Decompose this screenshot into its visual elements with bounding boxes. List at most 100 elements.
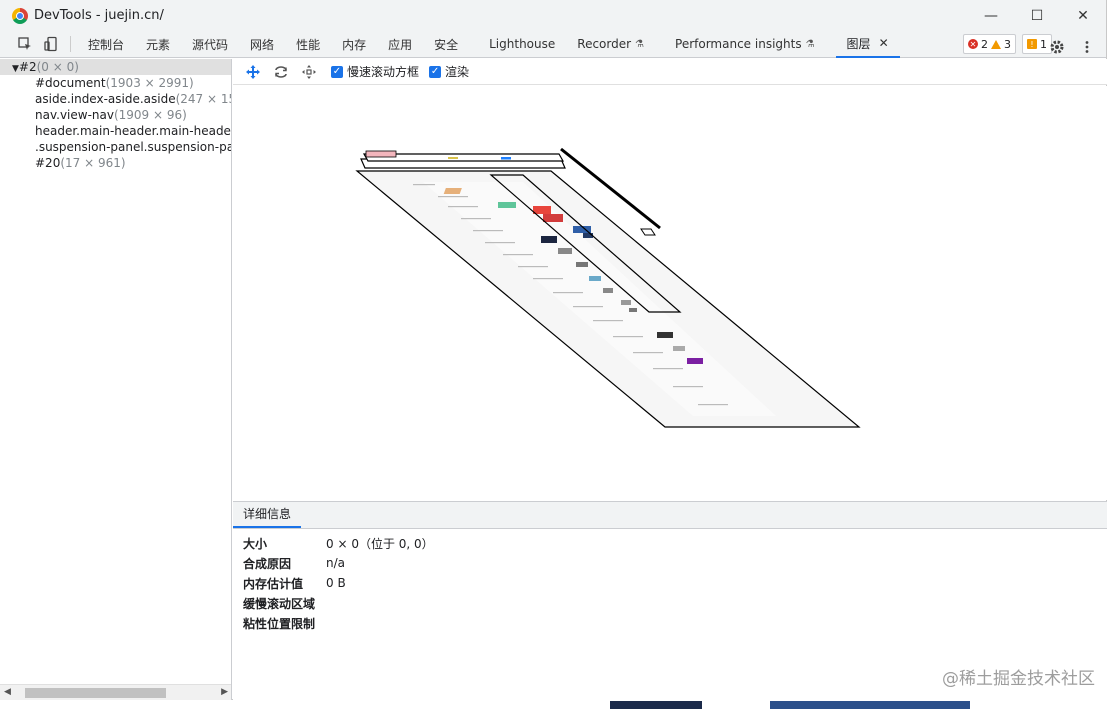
- chrome-logo-icon: [12, 7, 28, 24]
- paints-checkbox[interactable]: ✓ 渲染: [429, 63, 469, 80]
- window-title: DevTools - juejin.cn/: [34, 8, 164, 23]
- property-key: 合成原因: [243, 556, 292, 571]
- expand-arrow-icon[interactable]: ▼: [12, 64, 19, 74]
- tree-root-dims: (0 × 0): [36, 60, 79, 74]
- warning-icon: [991, 39, 1001, 49]
- tab-performance-insights[interactable]: Performance insights ⚗: [655, 31, 826, 58]
- property-row: 合成原因 n/a: [243, 553, 1107, 573]
- property-key: 粘性位置限制: [243, 616, 316, 631]
- tree-row[interactable]: #document(1903 × 2991): [0, 75, 231, 91]
- minimize-button[interactable]: —: [968, 0, 1014, 31]
- header-accent: [501, 157, 511, 160]
- close-button[interactable]: ✕: [1060, 0, 1106, 31]
- rotate-mode-icon[interactable]: [269, 61, 293, 83]
- tab-performance-insights-label: Performance insights: [675, 37, 802, 51]
- tab-layers-label: 图层: [846, 36, 871, 51]
- close-tab-icon[interactable]: ✕: [879, 36, 889, 50]
- paints-label: 渲染: [445, 65, 470, 79]
- layer-properties: 大小 0 × 0（位于 0, 0） 合成原因 n/a 内存估计值 0 B 缓慢滚…: [233, 529, 1107, 633]
- tree-row[interactable]: aside.index-aside.aside(247 × 1589): [0, 91, 231, 107]
- title-bar: DevTools - juejin.cn/ — ☐ ✕: [0, 0, 1106, 31]
- watermark-text: @稀土掘金技术社区: [942, 669, 1095, 689]
- property-value: 0 × 0（位于 0, 0）: [326, 536, 434, 551]
- property-key: 缓慢滚动区域: [243, 596, 316, 611]
- tree-node-dims: (17 × 961): [60, 156, 126, 170]
- settings-gear-icon[interactable]: [1044, 34, 1070, 60]
- tab-sources[interactable]: 源代码: [181, 31, 239, 58]
- tree-node-name: #document: [35, 76, 106, 90]
- header-logo-layer: [365, 150, 397, 158]
- tree-root-row[interactable]: ▼#2(0 × 0): [0, 59, 231, 75]
- devtools-tabbar: 控制台 元素 源代码 网络 性能 内存 应用 安全 Lighthouse Rec…: [0, 31, 1106, 58]
- background-page-strip: [770, 701, 970, 709]
- slow-scroll-rects-label: 慢速滚动方框: [347, 65, 420, 79]
- details-tabbar: 详细信息: [233, 502, 1107, 529]
- tab-console[interactable]: 控制台: [77, 31, 135, 58]
- tree-root-name: #2: [18, 60, 37, 74]
- tree-row[interactable]: .suspension-panel.suspension-panel(6: [0, 139, 231, 155]
- issue-badges: ✕ 2 3 ! 1: [963, 34, 1052, 54]
- scrollbar-thumb[interactable]: [25, 688, 166, 698]
- error-count: 2: [981, 37, 988, 51]
- tree-node-dims: (247 × 1589): [175, 92, 231, 106]
- checkbox-checked-icon[interactable]: ✓: [331, 65, 343, 78]
- checkbox-checked-icon[interactable]: ✓: [429, 65, 442, 78]
- slow-scroll-rects-checkbox[interactable]: ✓ 慢速滚动方框: [331, 63, 419, 80]
- property-key: 大小: [243, 536, 268, 551]
- tree-node-dims: (1903 × 2991): [105, 76, 194, 90]
- layers-3d-view[interactable]: [233, 86, 1107, 500]
- property-row: 内存估计值 0 B: [243, 573, 1107, 593]
- property-row: 大小 0 × 0（位于 0, 0）: [243, 533, 1107, 553]
- tab-elements[interactable]: 元素: [135, 31, 181, 58]
- reset-transform-icon[interactable]: [297, 61, 321, 83]
- tree-row[interactable]: nav.view-nav(1909 × 96): [0, 107, 231, 123]
- pan-mode-icon[interactable]: [241, 61, 265, 83]
- tab-recorder-label: Recorder: [577, 37, 632, 51]
- error-icon: ✕: [968, 39, 978, 49]
- tree-node-dims: (1909 × 96): [113, 108, 187, 122]
- errors-warnings-badge[interactable]: ✕ 2 3: [963, 34, 1016, 54]
- scroll-right-icon[interactable]: ▶: [221, 687, 228, 697]
- tab-security[interactable]: 安全: [423, 31, 469, 58]
- tree-node-name: nav.view-nav: [35, 108, 114, 122]
- tree-node-name: .suspension-panel.suspension-panel: [35, 140, 232, 154]
- inspect-element-icon[interactable]: [12, 31, 38, 57]
- tree-row[interactable]: #20(17 × 961): [0, 155, 231, 171]
- layers-toolbar: ✓ 慢速滚动方框 ✓ 渲染: [233, 59, 1107, 85]
- tree-node-name: #20: [35, 156, 61, 170]
- tab-layers[interactable]: 图层 ✕: [835, 31, 900, 58]
- suspension-panel-layer[interactable]: [640, 228, 656, 236]
- property-row: 缓慢滚动区域: [243, 593, 1107, 613]
- property-row: 粘性位置限制: [243, 613, 1107, 633]
- tab-application[interactable]: 应用: [377, 31, 423, 58]
- devtools-window: DevTools - juejin.cn/ — ☐ ✕ 控制台 元素 源代码 网…: [0, 0, 1107, 700]
- tree-node-name: header.main-header.main-header.visi: [35, 124, 231, 138]
- scroll-left-icon[interactable]: ◀: [4, 687, 11, 697]
- tab-memory[interactable]: 内存: [331, 31, 377, 58]
- device-toolbar-icon[interactable]: [38, 31, 64, 57]
- toolbar-divider: [70, 36, 71, 52]
- window-controls: — ☐ ✕: [968, 0, 1106, 31]
- flask-icon: ⚗: [805, 38, 815, 50]
- flask-icon: ⚗: [635, 38, 645, 50]
- layer-tree-pane: ▼#2(0 × 0) #document(1903 × 2991) aside.…: [0, 59, 232, 700]
- tab-lighthouse[interactable]: Lighthouse: [469, 31, 566, 58]
- tree-row[interactable]: header.main-header.main-header.visi: [0, 123, 231, 139]
- issue-icon: !: [1027, 39, 1037, 49]
- header-accent: [448, 157, 458, 159]
- tree-node-name: aside.index-aside.aside: [35, 92, 176, 106]
- right-tools: [1044, 34, 1100, 60]
- tab-performance[interactable]: 性能: [285, 31, 331, 58]
- horizontal-scrollbar[interactable]: ◀ ▶: [0, 684, 231, 700]
- warning-count: 3: [1004, 37, 1011, 51]
- tab-details[interactable]: 详细信息: [233, 501, 302, 528]
- more-options-icon[interactable]: [1074, 34, 1100, 60]
- layers-3d-canvas[interactable]: [233, 86, 1107, 500]
- tab-recorder[interactable]: Recorder ⚗: [566, 31, 655, 58]
- tab-network[interactable]: 网络: [239, 31, 285, 58]
- property-value: 0 B: [326, 576, 346, 590]
- maximize-button[interactable]: ☐: [1014, 0, 1060, 31]
- property-key: 内存估计值: [243, 576, 304, 591]
- property-value: n/a: [326, 556, 346, 570]
- background-page-strip: [610, 701, 702, 709]
